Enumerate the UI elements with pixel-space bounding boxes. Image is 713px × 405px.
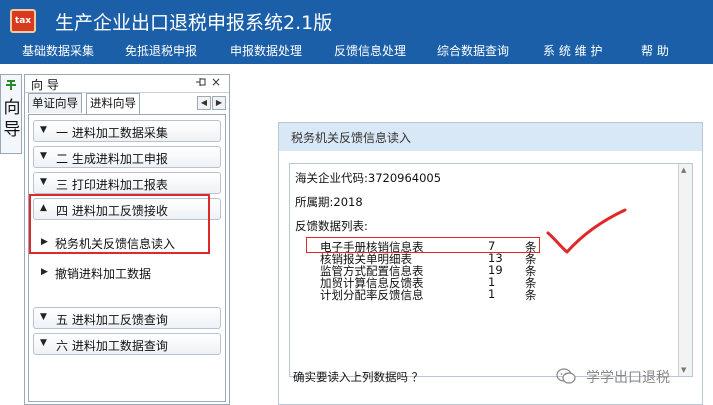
section-data-collection[interactable]: ▼ 一 进料加工数据采集 <box>33 120 221 142</box>
close-icon[interactable]: × <box>211 75 221 89</box>
menu-tax-declaration[interactable]: 免抵退税申报 <box>125 40 197 64</box>
list-label: 反馈数据列表: <box>295 219 368 233</box>
menu-feedback-processing[interactable]: 反馈信息处理 <box>334 40 406 64</box>
scroll-down-icon[interactable]: ▼ <box>681 366 686 374</box>
section-label: 六 进料加工数据查询 <box>56 339 168 353</box>
section-label: 二 生成进料加工申报 <box>56 152 168 166</box>
chevron-down-icon: ▼ <box>40 177 47 187</box>
app-title: 生产企业出口退税申报系统2.1版 <box>55 12 333 34</box>
tab-document-guide[interactable]: 单证向导 <box>28 93 82 113</box>
watermark-text: 学学出口退税 <box>586 370 670 386</box>
section-generate-declaration[interactable]: ▼ 二 生成进料加工申报 <box>33 146 221 168</box>
dialog-content-box: 海关企业代码:3720964005 所属期:2018 反馈数据列表: 电子手册核… <box>289 163 693 377</box>
customs-code-value: 3720964005 <box>367 171 442 185</box>
navigator-header: 向 导 × <box>25 75 229 93</box>
app-logo-icon: tax <box>10 9 36 33</box>
annotation-highlight-box <box>29 194 210 254</box>
title-bar: tax 生产企业出口退税申报系统2.1版 <box>0 0 713 40</box>
chevron-down-icon: ▼ <box>40 338 47 348</box>
section-label: 五 进料加工反馈查询 <box>56 313 168 327</box>
menu-basic-data[interactable]: 基础数据采集 <box>22 40 94 64</box>
pin-icon[interactable] <box>195 76 207 91</box>
vertical-scrollbar[interactable]: ▲ ▼ <box>678 164 692 376</box>
navigator-tabs: 单证向导 进料向导 ◀ ▶ <box>25 93 229 114</box>
navigator-title: 向 导 <box>31 78 59 92</box>
confirm-question: 确实要读入上列数据吗 ？ <box>293 370 424 384</box>
customs-code-label: 海关企业代码: <box>295 171 368 185</box>
play-arrow-icon: ▶ <box>41 267 48 277</box>
scroll-left-icon[interactable]: ◀ <box>197 96 211 110</box>
vertical-tab-label: 向导 <box>3 98 21 140</box>
feedback-read-dialog: 税务机关反馈信息读入 海关企业代码:3720964005 所属期:2018 反馈… <box>278 122 703 405</box>
menu-bar: 基础数据采集 免抵退税申报 申报数据处理 反馈信息处理 综合数据查询 系 统 维… <box>0 40 713 64</box>
vertical-guide-tab[interactable]: 向导 <box>0 74 22 154</box>
record-unit: 条 <box>525 288 537 302</box>
chevron-down-icon: ▼ <box>40 151 47 161</box>
menu-data-query[interactable]: 综合数据查询 <box>437 40 509 64</box>
menu-help[interactable]: 帮 助 <box>641 40 669 64</box>
tab-processing-guide[interactable]: 进料向导 <box>86 93 140 114</box>
dialog-title-bar: 税务机关反馈信息读入 <box>279 123 702 151</box>
navigator-body: ▼ 一 进料加工数据采集 ▼ 二 生成进料加工申报 ▼ 三 打印进料加工报表 ▲… <box>28 114 226 402</box>
menu-system-maintenance[interactable]: 系 统 维 护 <box>543 40 602 64</box>
pin-icon <box>5 79 17 91</box>
section-print-reports[interactable]: ▼ 三 打印进料加工报表 <box>33 172 221 194</box>
chevron-down-icon: ▼ <box>40 312 47 322</box>
section-data-query[interactable]: ▼ 六 进料加工数据查询 <box>33 333 221 355</box>
section-label: 三 打印进料加工报表 <box>56 178 168 192</box>
period-label: 所属期: <box>295 195 334 209</box>
record-count: 1 <box>488 287 496 301</box>
checkmark-icon <box>546 208 627 254</box>
chevron-down-icon: ▼ <box>40 125 47 135</box>
section-feedback-query[interactable]: ▼ 五 进料加工反馈查询 <box>33 307 221 329</box>
sub-item-label: 撤销进料加工数据 <box>55 267 152 281</box>
wechat-icon <box>556 368 576 384</box>
menu-declaration-processing[interactable]: 申报数据处理 <box>230 40 302 64</box>
customs-code-line: 海关企业代码:3720964005 <box>295 170 441 186</box>
scroll-right-icon[interactable]: ▶ <box>212 96 226 110</box>
period-value: 2018 <box>333 195 363 209</box>
record-name: 计划分配率反馈信息 <box>320 288 424 302</box>
annotation-row-highlight <box>306 237 540 253</box>
scroll-up-icon[interactable]: ▲ <box>681 166 686 174</box>
section-label: 一 进料加工数据采集 <box>56 126 168 140</box>
period-line: 所属期:2018 <box>295 194 363 210</box>
dialog-title: 税务机关反馈信息读入 <box>291 131 412 145</box>
